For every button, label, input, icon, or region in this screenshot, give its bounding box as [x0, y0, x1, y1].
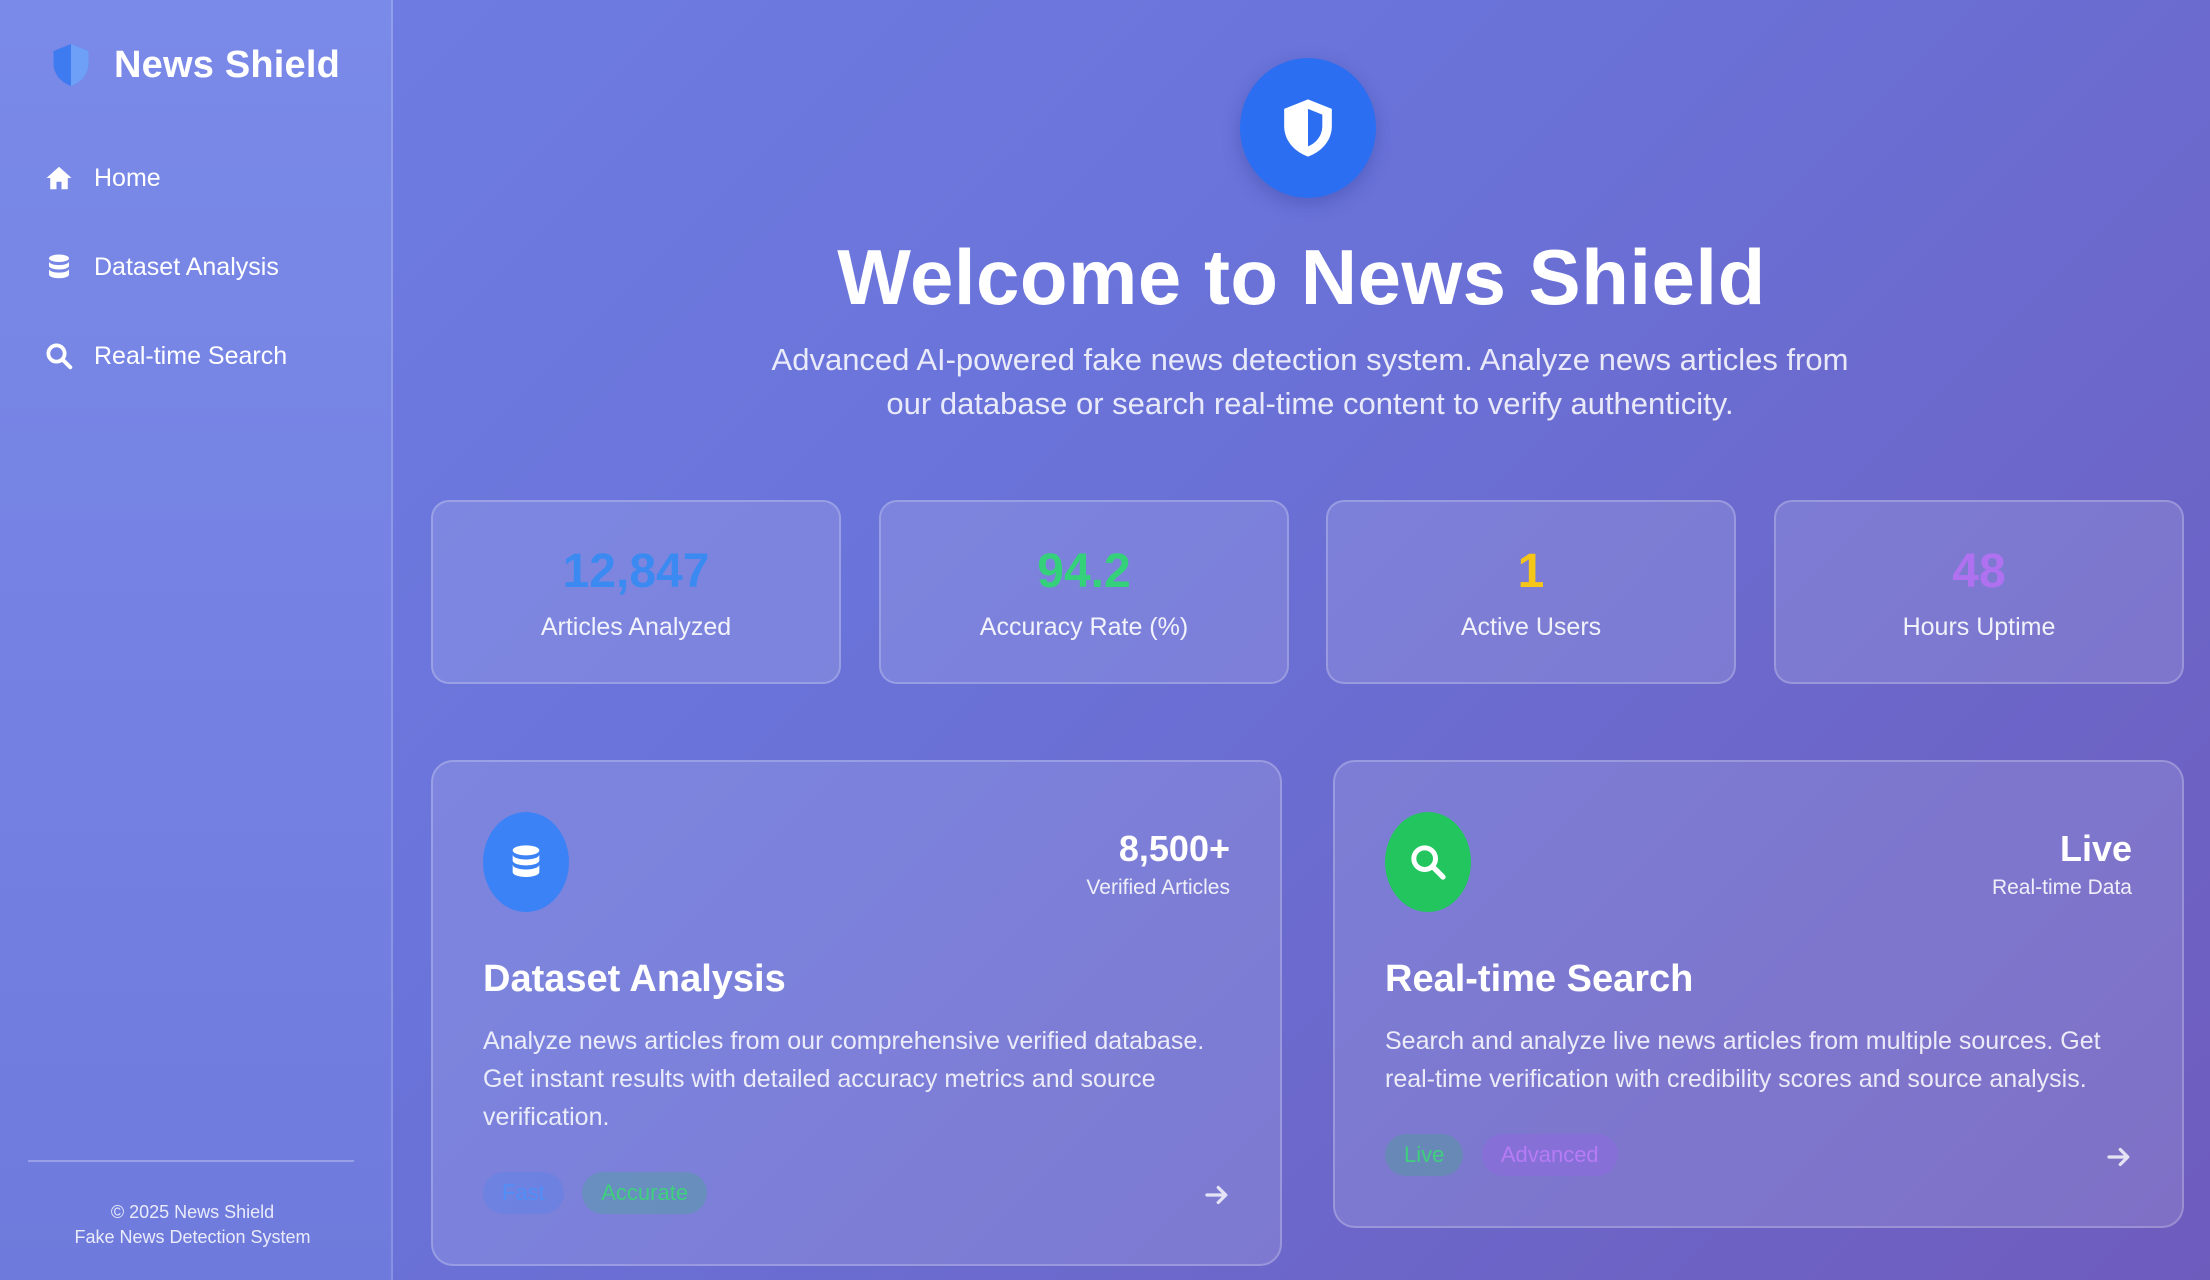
sidebar-item-dataset-analysis[interactable]: Dataset Analysis — [44, 239, 374, 295]
feature-description: Search and analyze live news articles fr… — [1385, 1027, 2101, 1093]
feature-metric-label: Real-time Data — [1991, 876, 2132, 899]
stat-label: Articles Analyzed — [540, 613, 732, 641]
copyright-text: © 2025 News Shield — [110, 1202, 275, 1222]
sidebar-footer: © 2025 News Shield Fake News Detection S… — [0, 1200, 385, 1250]
hero-shield-badge — [1240, 58, 1376, 198]
search-icon — [1411, 845, 1446, 880]
feature-metric-value: Live — [2059, 828, 2132, 869]
stat-value: 1 — [1517, 545, 1545, 598]
page-title: Welcome to News Shield — [837, 233, 1766, 321]
feature-tags: Fast Accurate — [483, 1172, 721, 1214]
stat-label: Hours Uptime — [1902, 613, 2056, 641]
feature-title: Dataset Analysis — [483, 958, 786, 1000]
sidebar-divider — [28, 1160, 354, 1162]
tag-fast[interactable]: Fast — [483, 1172, 564, 1214]
arrow-right-icon[interactable] — [2104, 1142, 2134, 1172]
stat-card-uptime: 48 Hours Uptime — [1774, 500, 2184, 684]
feature-metric-label: Verified Articles — [1086, 876, 1230, 899]
stat-card-articles: 12,847 Articles Analyzed — [431, 500, 841, 684]
brand-title: News Shield — [114, 43, 341, 86]
footer-tagline: Fake News Detection System — [74, 1227, 311, 1247]
home-icon — [46, 166, 72, 190]
sidebar: News Shield Home Dataset Analysis Real-t… — [0, 0, 393, 1280]
stat-value: 12,847 — [562, 545, 710, 598]
real-time-search-card[interactable]: Live Real-time Data Real-time Search Sea… — [1333, 760, 2184, 1228]
stat-label: Active Users — [1460, 613, 1602, 641]
tag-advanced[interactable]: Advanced — [1481, 1134, 1618, 1176]
search-icon — [46, 343, 73, 370]
shield-icon — [1284, 99, 1332, 157]
feature-metric: 8,500+ Verified Articles — [1086, 828, 1230, 900]
dataset-analysis-card[interactable]: 8,500+ Verified Articles Dataset Analysi… — [431, 760, 1282, 1266]
page-subtitle: Advanced AI-powered fake news detection … — [771, 342, 1849, 421]
feature-description: Analyze news articles from our comprehen… — [483, 1027, 1205, 1131]
feature-metric: Live Real-time Data — [1992, 828, 2132, 900]
stat-card-active-users: 1 Active Users — [1326, 500, 1736, 684]
arrow-right-icon[interactable] — [1202, 1180, 1232, 1210]
shield-icon — [53, 44, 89, 86]
database-icon — [512, 845, 540, 877]
database-icon — [49, 254, 69, 279]
sidebar-item-label: Home — [94, 163, 161, 192]
sidebar-item-home[interactable]: Home — [44, 150, 374, 206]
stat-value: 94.2 — [1037, 545, 1131, 598]
sidebar-item-real-time-search[interactable]: Real-time Search — [44, 328, 374, 384]
sidebar-item-label: Dataset Analysis — [94, 252, 279, 281]
feature-icon-badge — [1385, 812, 1471, 912]
stat-card-accuracy: 94.2 Accuracy Rate (%) — [879, 500, 1289, 684]
sidebar-nav: Home Dataset Analysis Real-time Search — [44, 150, 374, 417]
stat-label: Accuracy Rate (%) — [979, 613, 1189, 641]
stat-value: 48 — [1952, 545, 2006, 598]
feature-icon-badge — [483, 812, 569, 912]
brand[interactable]: News Shield — [50, 40, 340, 90]
sidebar-item-label: Real-time Search — [94, 341, 288, 370]
feature-tags: Live Advanced — [1385, 1134, 1632, 1176]
tag-accurate[interactable]: Accurate — [582, 1172, 708, 1214]
feature-metric-value: 8,500+ — [1118, 828, 1230, 869]
feature-title: Real-time Search — [1385, 958, 1694, 1000]
tag-live[interactable]: Live — [1385, 1134, 1464, 1176]
